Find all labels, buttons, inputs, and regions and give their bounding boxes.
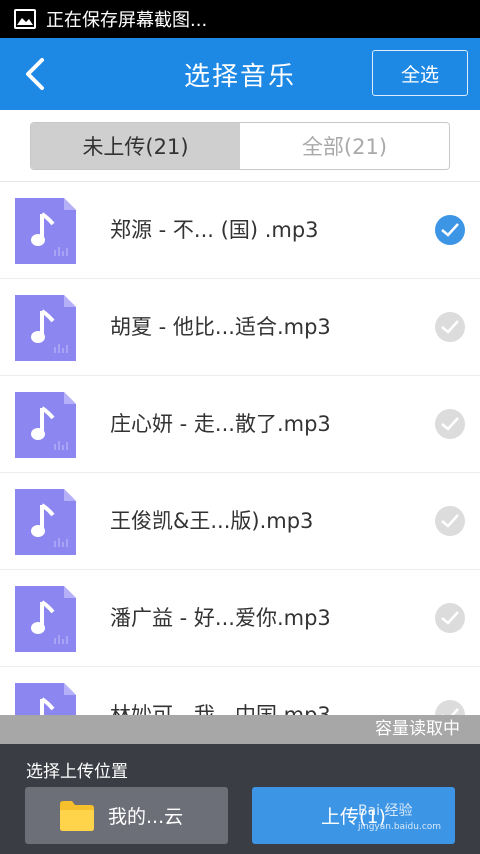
file-name: 林妙可 - 我...中国.mp3 xyxy=(110,703,331,715)
file-name: 郑源 - 不... (国) .mp3 xyxy=(110,218,319,242)
list-item[interactable]: 郑源 - 不... (国) .mp3 xyxy=(0,182,480,279)
filter-bar: 未上传(21) 全部(21) xyxy=(0,110,480,182)
music-file-icon xyxy=(15,392,76,458)
tab-not-uploaded[interactable]: 未上传(21) xyxy=(31,123,240,169)
upload-location-button[interactable]: 我的...云 xyxy=(25,787,228,844)
page-title: 选择音乐 xyxy=(183,61,296,92)
status-text: 正在保存屏幕截图... xyxy=(46,10,208,31)
unchecked-icon[interactable] xyxy=(435,506,465,536)
unchecked-icon[interactable] xyxy=(435,700,465,715)
list-item[interactable]: 林妙可 - 我...中国.mp3 xyxy=(0,667,480,715)
upload-panel: 选择上传位置 我的...云 上传(1) xyxy=(0,744,480,854)
list-item[interactable]: 潘广益 - 好...爱你.mp3 xyxy=(0,570,480,667)
checked-icon[interactable] xyxy=(435,215,465,245)
watermark-text: Bai 经验 xyxy=(358,803,413,819)
music-file-icon xyxy=(15,489,76,555)
list-item[interactable]: 胡夏 - 他比...适合.mp3 xyxy=(0,279,480,376)
music-file-icon xyxy=(15,683,76,715)
capacity-status: 容量读取中 xyxy=(0,715,480,744)
segment-control: 未上传(21) 全部(21) xyxy=(30,122,450,170)
image-icon xyxy=(14,9,36,29)
music-list: 郑源 - 不... (国) .mp3 胡夏 - 他比...适合.mp3 庄心妍 … xyxy=(0,182,480,715)
upload-location-name: 我的...云 xyxy=(108,806,184,828)
music-file-icon xyxy=(15,586,76,652)
unchecked-icon[interactable] xyxy=(435,312,465,342)
file-name: 庄心妍 - 走...散了.mp3 xyxy=(110,412,331,436)
status-bar: 正在保存屏幕截图... xyxy=(0,0,480,38)
file-name: 胡夏 - 他比...适合.mp3 xyxy=(110,315,331,339)
unchecked-icon[interactable] xyxy=(435,409,465,439)
music-file-icon xyxy=(15,198,76,264)
watermark: Bai 经验 jingyan.baidu.com xyxy=(358,800,441,832)
select-all-button[interactable]: 全选 xyxy=(372,50,468,96)
file-name: 王俊凯&王...版).mp3 xyxy=(110,509,314,533)
app-header: 选择音乐 全选 xyxy=(0,38,480,110)
list-item[interactable]: 庄心妍 - 走...散了.mp3 xyxy=(0,376,480,473)
back-arrow-icon[interactable] xyxy=(18,56,54,92)
folder-icon xyxy=(60,800,94,831)
tab-all[interactable]: 全部(21) xyxy=(240,123,449,169)
list-item[interactable]: 王俊凯&王...版).mp3 xyxy=(0,473,480,570)
music-file-icon xyxy=(15,295,76,361)
file-name: 潘广益 - 好...爱你.mp3 xyxy=(110,606,331,630)
unchecked-icon[interactable] xyxy=(435,603,465,633)
upload-location-label: 选择上传位置 xyxy=(26,762,128,782)
watermark-url: jingyan.baidu.com xyxy=(358,822,442,832)
